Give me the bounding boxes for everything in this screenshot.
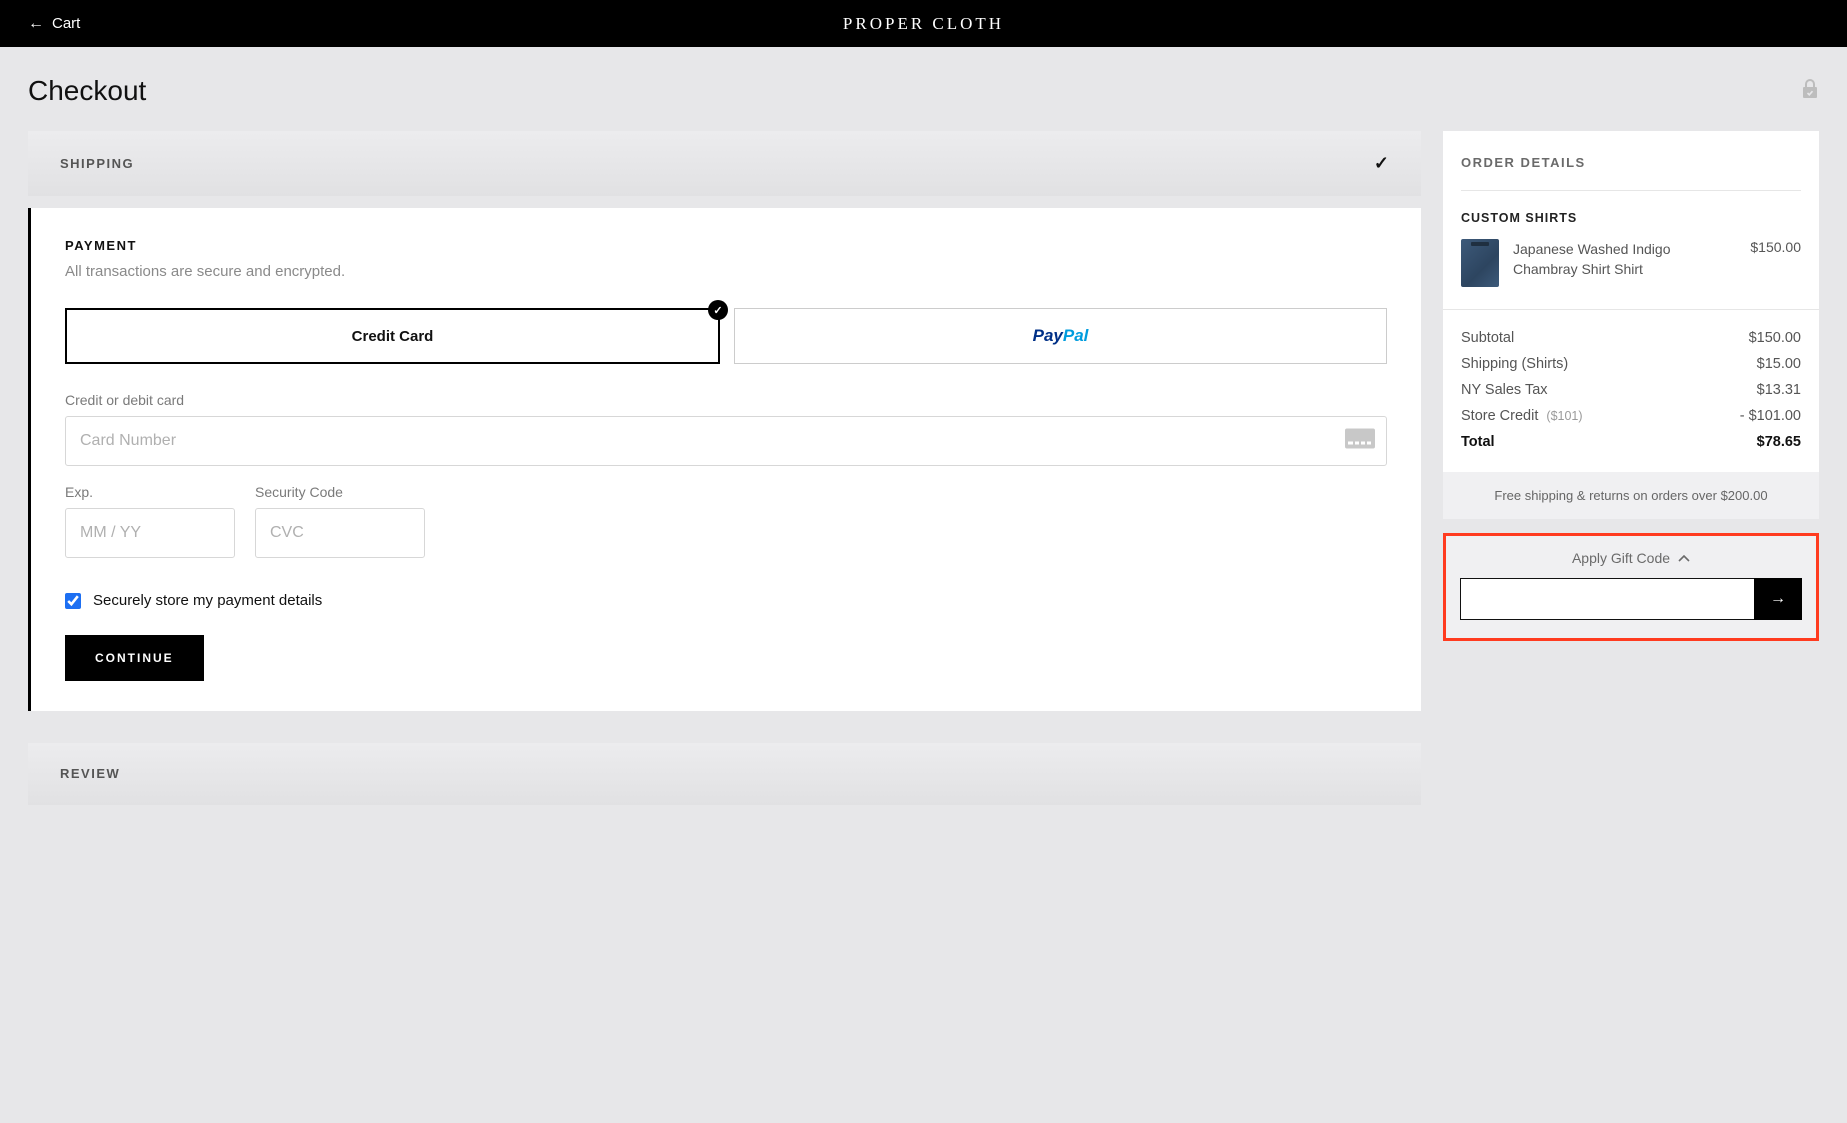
tax-label: NY Sales Tax	[1461, 382, 1548, 398]
shipping-label: Shipping (Shirts)	[1461, 356, 1568, 372]
tax-row: NY Sales Tax $13.31	[1461, 382, 1801, 398]
lock-icon	[1801, 79, 1819, 104]
continue-button[interactable]: CONTINUE	[65, 635, 204, 681]
free-shipping-note: Free shipping & returns on orders over $…	[1443, 472, 1819, 519]
store-credit-label: Store Credit	[1461, 408, 1538, 424]
step-payment-title: PAYMENT	[65, 238, 1387, 253]
store-payment-label: Securely store my payment details	[93, 592, 322, 609]
store-credit-value: - $101.00	[1740, 408, 1801, 424]
payment-subtitle: All transactions are secure and encrypte…	[65, 263, 1387, 280]
tax-value: $13.31	[1757, 382, 1801, 398]
exp-input[interactable]	[65, 508, 235, 558]
product-price: $150.00	[1750, 239, 1801, 287]
store-credit-row: Store Credit ($101) - $101.00	[1461, 408, 1801, 424]
arrow-left-icon: ←	[28, 15, 44, 33]
subtotal-row: Subtotal $150.00	[1461, 330, 1801, 346]
store-payment-row[interactable]: Securely store my payment details	[65, 592, 1387, 609]
credit-card-icon	[1345, 429, 1375, 454]
step-payment: PAYMENT All transactions are secure and …	[28, 208, 1421, 711]
order-line-item: Japanese Washed Indigo Chambray Shirt Sh…	[1461, 239, 1801, 287]
cvc-label: Security Code	[255, 484, 425, 500]
card-number-input[interactable]	[65, 416, 1387, 466]
product-thumbnail	[1461, 239, 1499, 287]
payment-method-paypal[interactable]: PayPal	[734, 308, 1387, 364]
total-row: Total $78.65	[1461, 434, 1801, 450]
gift-code-label: Apply Gift Code	[1572, 550, 1670, 566]
credit-card-label: Credit Card	[352, 328, 434, 345]
subtotal-value: $150.00	[1749, 330, 1801, 346]
order-details-card: ORDER DETAILS CUSTOM SHIRTS Japanese Was…	[1443, 131, 1819, 519]
card-number-label: Credit or debit card	[65, 392, 1387, 408]
back-label: Cart	[52, 15, 80, 32]
step-review[interactable]: REVIEW	[28, 743, 1421, 805]
brand-logo[interactable]: PROPER CLOTH	[843, 14, 1004, 34]
gift-code-input[interactable]	[1460, 578, 1754, 620]
order-group-title: CUSTOM SHIRTS	[1461, 211, 1801, 225]
payment-method-credit-card[interactable]: Credit Card ✓	[65, 308, 720, 364]
arrow-right-icon: →	[1770, 590, 1786, 607]
gift-code-submit-button[interactable]: →	[1754, 578, 1802, 620]
step-shipping[interactable]: SHIPPING ✓	[28, 131, 1421, 196]
page-title: Checkout	[28, 75, 146, 107]
total-value: $78.65	[1757, 434, 1801, 450]
shipping-value: $15.00	[1757, 356, 1801, 372]
checkmark-icon: ✓	[1374, 153, 1389, 174]
total-label: Total	[1461, 434, 1495, 450]
shipping-row: Shipping (Shirts) $15.00	[1461, 356, 1801, 372]
store-credit-note: ($101)	[1546, 409, 1582, 423]
step-shipping-title: SHIPPING	[60, 156, 134, 171]
store-payment-checkbox[interactable]	[65, 593, 81, 609]
subtotal-label: Subtotal	[1461, 330, 1514, 346]
cvc-input[interactable]	[255, 508, 425, 558]
gift-code-toggle[interactable]: Apply Gift Code	[1460, 550, 1802, 566]
step-review-title: REVIEW	[60, 766, 120, 781]
chevron-up-icon	[1678, 550, 1690, 566]
gift-code-section: Apply Gift Code →	[1443, 533, 1819, 641]
exp-label: Exp.	[65, 484, 235, 500]
paypal-logo-icon: PayPal	[1033, 326, 1089, 346]
product-name: Japanese Washed Indigo Chambray Shirt Sh…	[1513, 239, 1736, 287]
back-to-cart-link[interactable]: ← Cart	[28, 15, 80, 33]
selected-check-icon: ✓	[708, 300, 728, 320]
order-details-title: ORDER DETAILS	[1461, 155, 1801, 191]
top-bar: ← Cart PROPER CLOTH	[0, 0, 1847, 47]
